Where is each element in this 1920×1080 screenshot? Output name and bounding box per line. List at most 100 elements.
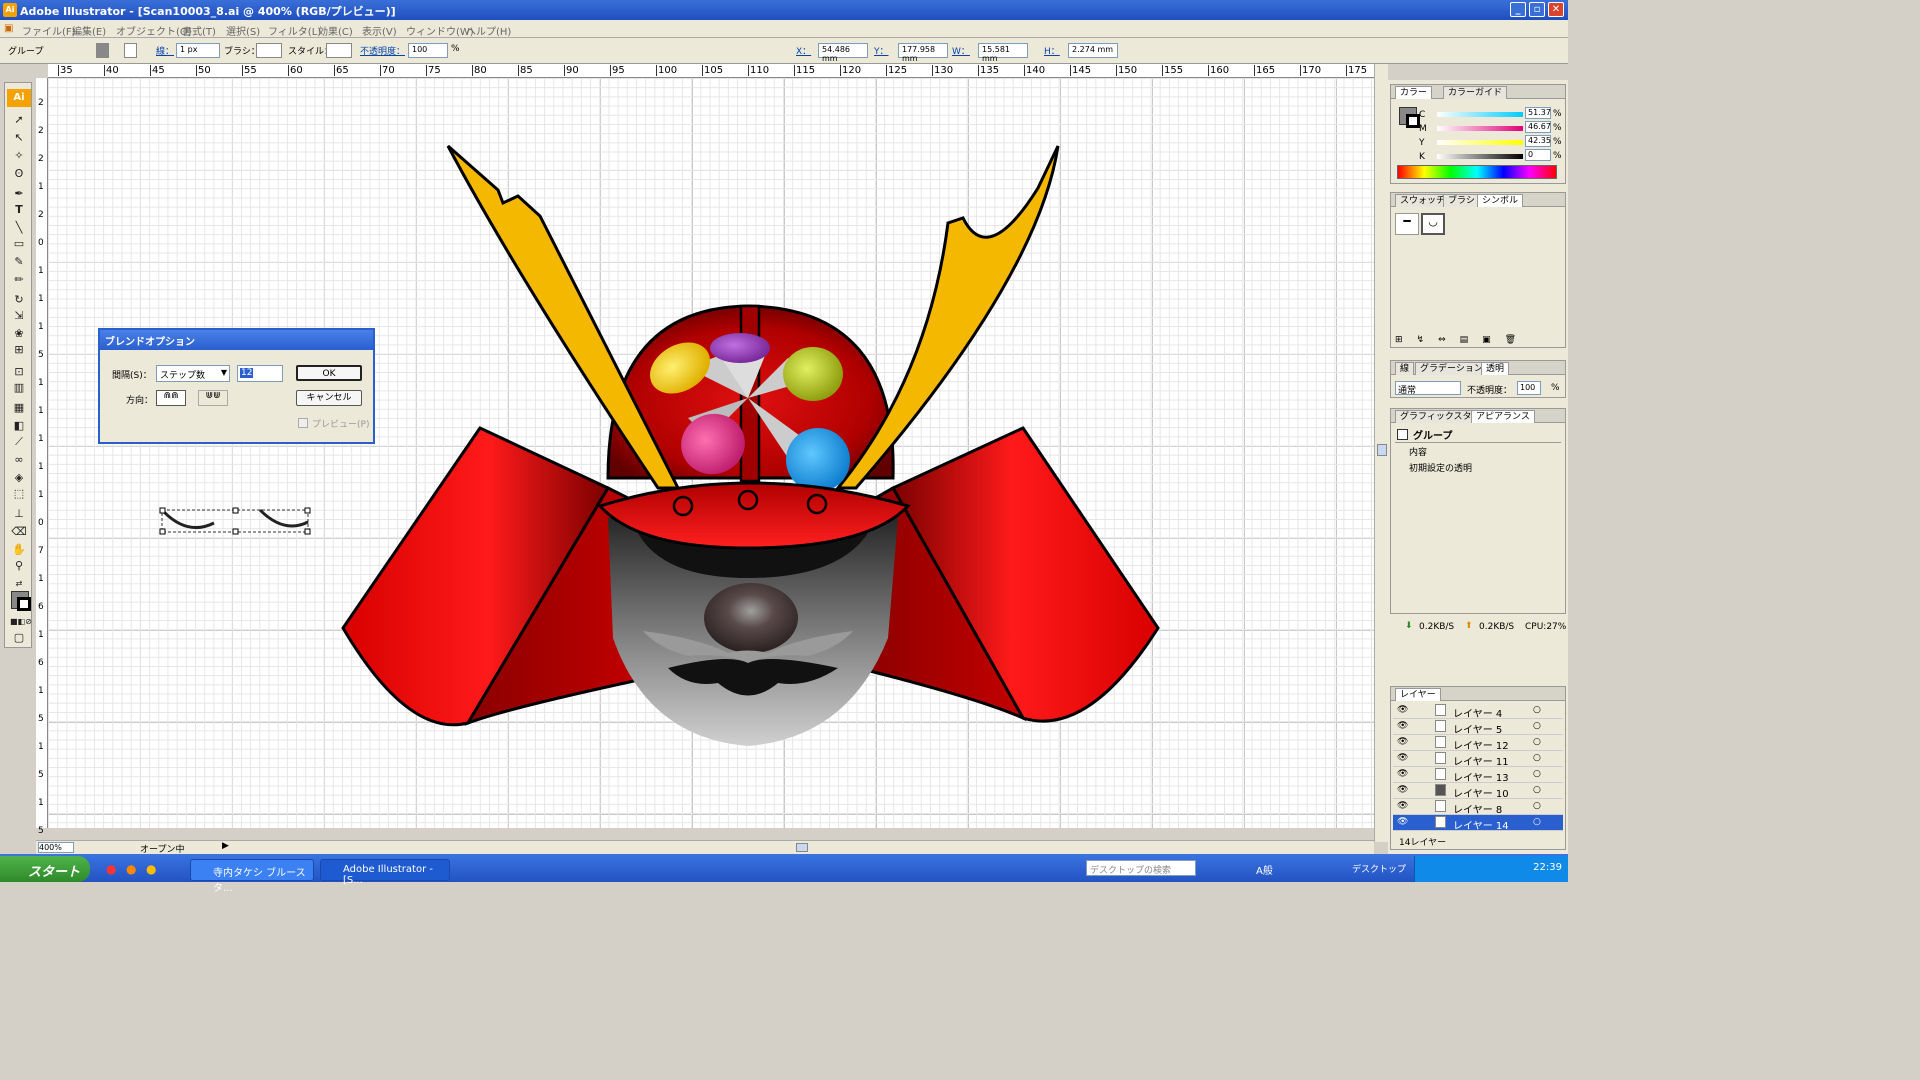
- lasso-tool-icon[interactable]: ʘ: [10, 167, 28, 181]
- y-slider[interactable]: [1437, 140, 1523, 145]
- eye-icon[interactable]: 👁: [1397, 753, 1408, 763]
- target-icon[interactable]: ○: [1533, 705, 1541, 715]
- live-paint-selection-icon[interactable]: ⬚: [10, 487, 28, 501]
- warp-tool-icon[interactable]: ❀: [10, 327, 28, 341]
- slice-tool-icon[interactable]: ⊥: [10, 507, 28, 521]
- tab-layers[interactable]: レイヤー: [1395, 688, 1441, 701]
- eye-icon[interactable]: 👁: [1397, 785, 1408, 795]
- pencil-tool-icon[interactable]: ✏: [10, 273, 28, 287]
- taskbar-item-illustrator[interactable]: Adobe Illustrator - [S...: [320, 859, 450, 886]
- layer-row[interactable]: 👁 レイヤー 8 ○: [1393, 799, 1563, 816]
- rectangle-tool-icon[interactable]: ▭: [10, 237, 28, 251]
- brush-select[interactable]: [256, 43, 282, 58]
- eye-icon[interactable]: 👁: [1397, 817, 1408, 827]
- hand-tool-icon[interactable]: ✋: [10, 543, 28, 557]
- tab-gradient[interactable]: グラデーション: [1415, 362, 1488, 375]
- horizontal-scrollbar[interactable]: 400% オープン中 ▶: [36, 840, 1374, 855]
- tab-color[interactable]: カラー: [1395, 86, 1433, 99]
- symbol-panel-buttons[interactable]: ⊞↯⇔▤▣🗑: [1395, 335, 1555, 347]
- opacity-label[interactable]: 不透明度：: [360, 44, 405, 57]
- y-field[interactable]: 177.958 mm: [898, 43, 948, 63]
- free-transform-tool-icon[interactable]: ⊞: [10, 343, 28, 357]
- menu-filter[interactable]: フィルタ(L): [268, 23, 321, 38]
- mesh-tool-icon[interactable]: ▦: [10, 401, 28, 415]
- stroke-label[interactable]: 線：: [156, 44, 174, 57]
- tab-color-guide[interactable]: カラーガイド: [1443, 86, 1508, 99]
- live-paint-tool-icon[interactable]: ◈: [10, 471, 28, 485]
- start-button[interactable]: スタート: [0, 856, 90, 882]
- minimize-button[interactable]: _: [1510, 2, 1526, 17]
- layer-row[interactable]: 👁 レイヤー 11 ○: [1393, 751, 1563, 768]
- appearance-default-transparency[interactable]: 初期設定の透明: [1409, 461, 1472, 474]
- screen-mode-icon[interactable]: ▢: [10, 631, 28, 645]
- w-field[interactable]: 15.581 mm: [978, 43, 1028, 63]
- layer-row[interactable]: 👁 レイヤー 4 ○: [1393, 703, 1563, 720]
- maximize-button[interactable]: ▫: [1529, 2, 1545, 17]
- eye-icon[interactable]: 👁: [1397, 721, 1408, 731]
- desktop-search-input[interactable]: デスクトップの検索: [1086, 860, 1196, 876]
- preview-checkbox[interactable]: [298, 418, 308, 428]
- symbol-brush-stroke[interactable]: ━: [1395, 213, 1419, 235]
- swap-fill-stroke-icon[interactable]: ⇄: [10, 577, 28, 591]
- menu-select[interactable]: 選択(S): [226, 23, 260, 38]
- layer-row[interactable]: 👁 レイヤー 5 ○: [1393, 719, 1563, 736]
- menu-edit[interactable]: 編集(E): [72, 23, 106, 38]
- spacing-select[interactable]: ステップ数 ▼: [156, 365, 230, 382]
- type-tool-icon[interactable]: T: [10, 203, 28, 217]
- gradient-tool-icon[interactable]: ◧: [10, 419, 28, 433]
- zoom-tool-icon[interactable]: ⚲: [10, 559, 28, 573]
- eye-icon[interactable]: 👁: [1397, 705, 1408, 715]
- desktop-toolbar-label[interactable]: デスクトップ: [1352, 862, 1406, 875]
- tab-swatches[interactable]: スウォッチ: [1395, 194, 1451, 207]
- c-slider[interactable]: [1437, 112, 1523, 117]
- cancel-button[interactable]: キャンセル: [296, 390, 362, 406]
- magic-wand-tool-icon[interactable]: ✧: [10, 149, 28, 163]
- c-value[interactable]: 51.37: [1525, 107, 1551, 119]
- color-stroke-box[interactable]: [1406, 114, 1420, 128]
- stroke-weight-field[interactable]: 1 px: [176, 43, 220, 58]
- eye-icon[interactable]: 👁: [1397, 801, 1408, 811]
- k-slider[interactable]: [1437, 154, 1523, 159]
- blend-mode-select[interactable]: 通常: [1395, 381, 1461, 396]
- eyedropper-tool-icon[interactable]: ⟋: [10, 435, 28, 449]
- menu-file[interactable]: ファイル(F): [22, 23, 76, 38]
- taskbar-item-music[interactable]: 寺内タケシ ブルースタ...: [190, 859, 314, 894]
- zoom-field[interactable]: 400%: [38, 842, 74, 853]
- color-spectrum[interactable]: [1397, 165, 1557, 179]
- tab-brushes[interactable]: ブラシ: [1443, 194, 1480, 207]
- transparency-opacity-field[interactable]: 100: [1517, 381, 1541, 395]
- fill-swatch[interactable]: [96, 43, 109, 58]
- layer-row-selected[interactable]: 👁 レイヤー 14 ○: [1393, 815, 1563, 832]
- quicklaunch-chrome-icon[interactable]: ●: [146, 862, 156, 876]
- stroke-swatch[interactable]: [124, 43, 137, 58]
- direct-selection-tool-icon[interactable]: ↖: [10, 131, 28, 145]
- target-icon[interactable]: ○: [1533, 769, 1541, 779]
- symbol-sprayer-tool-icon[interactable]: ⊡: [10, 365, 28, 379]
- symbol-curve[interactable]: ◡: [1421, 213, 1445, 235]
- quicklaunch-opera-icon[interactable]: ●: [106, 862, 116, 876]
- w-label[interactable]: W：: [952, 44, 970, 57]
- opacity-field[interactable]: 100: [408, 43, 448, 58]
- appearance-contents[interactable]: 内容: [1409, 445, 1427, 458]
- appearance-object[interactable]: グループ: [1395, 427, 1561, 443]
- scroll-thumb[interactable]: [1377, 444, 1387, 456]
- ok-button[interactable]: OK: [296, 365, 362, 381]
- eraser-tool-icon[interactable]: ⌫: [10, 525, 28, 539]
- blend-tool-icon[interactable]: ∞: [10, 453, 28, 467]
- rotate-tool-icon[interactable]: ↻: [10, 293, 28, 307]
- target-icon[interactable]: ○: [1533, 721, 1541, 731]
- menu-window[interactable]: ウィンドウ(W): [406, 23, 474, 38]
- paintbrush-tool-icon[interactable]: ✎: [10, 255, 28, 269]
- color-mode-icons[interactable]: ■◧⊘: [10, 615, 32, 629]
- status-arrow-icon[interactable]: ▶: [222, 841, 229, 851]
- close-button[interactable]: ✕: [1548, 2, 1564, 17]
- target-icon[interactable]: ○: [1533, 801, 1541, 811]
- style-select[interactable]: [326, 43, 352, 58]
- target-icon[interactable]: ○: [1533, 737, 1541, 747]
- menu-help[interactable]: ヘルプ(H): [466, 23, 511, 38]
- layer-row[interactable]: 👁 レイヤー 12 ○: [1393, 735, 1563, 752]
- tab-transparency[interactable]: 透明: [1481, 362, 1510, 375]
- clock[interactable]: 22:39: [1533, 862, 1562, 873]
- menu-object[interactable]: オブジェクト(O): [116, 23, 192, 38]
- vertical-scrollbar[interactable]: [1374, 64, 1388, 842]
